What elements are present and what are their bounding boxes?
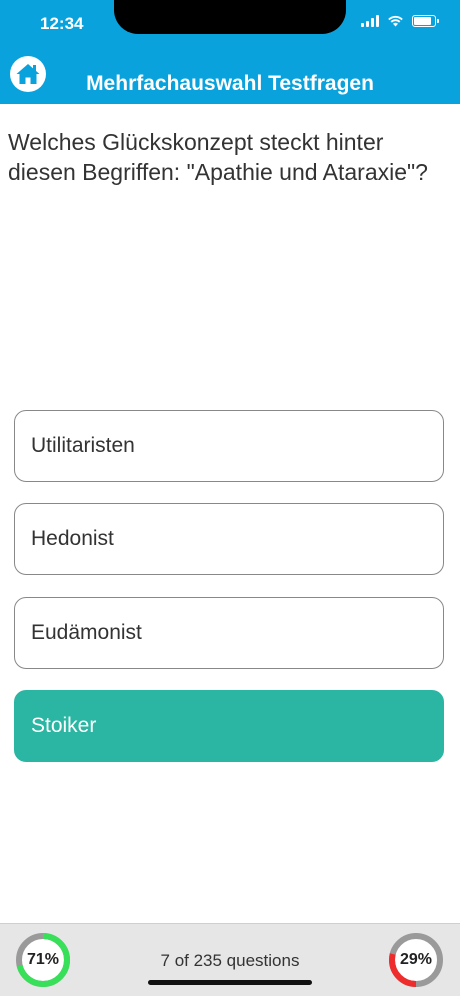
progress-footer: 71% 7 of 235 questions 29% — [0, 923, 460, 996]
app-header: 12:34 Mehrfachauswahl Testfragen — [0, 0, 460, 104]
status-time: 12:34 — [40, 14, 84, 33]
wrong-gauge: 29% — [388, 932, 444, 988]
wrong-percentage: 29% — [399, 951, 433, 968]
device-notch — [114, 0, 346, 34]
wifi-icon — [388, 15, 403, 27]
answer-option-3[interactable]: Eudämonist — [14, 597, 444, 669]
cellular-signal-icon — [361, 15, 379, 27]
home-indicator — [148, 980, 312, 985]
question-text: Welches Glückskonzept steckt hinter dies… — [8, 129, 428, 185]
answer-option-1[interactable]: Utilitaristen — [14, 410, 444, 482]
status-icons — [361, 15, 439, 27]
answer-option-4[interactable]: Stoiker — [14, 690, 444, 762]
page-title: Mehrfachauswahl Testfragen — [86, 72, 374, 95]
battery-icon — [412, 15, 439, 27]
answer-option-2[interactable]: Hedonist — [14, 503, 444, 575]
